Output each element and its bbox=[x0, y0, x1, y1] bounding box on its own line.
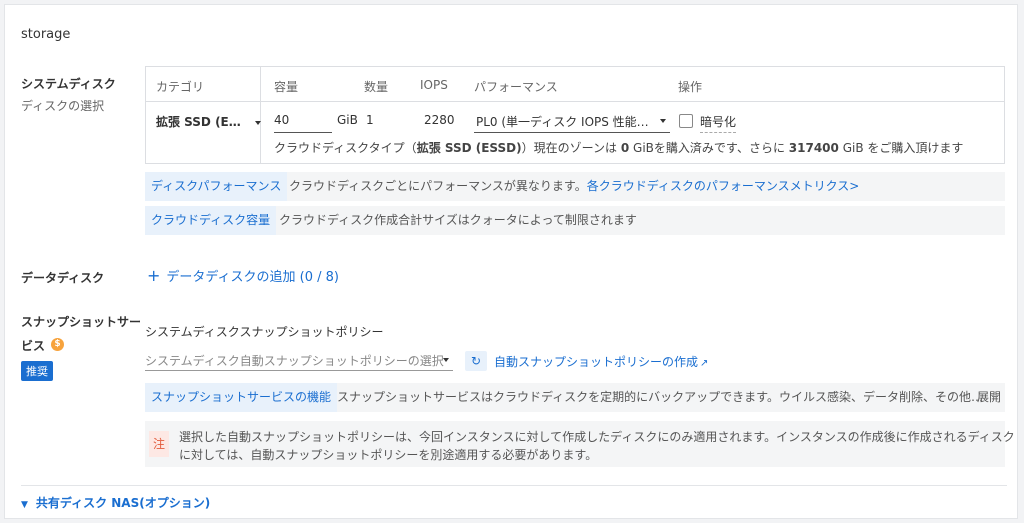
col-operation: 操作 bbox=[678, 80, 703, 94]
storage-panel: storage システムディスク ディスクの選択 カテゴリ 容量 数量 IOPS… bbox=[4, 4, 1018, 519]
snapshot-label-line1: スナップショットサー bbox=[21, 315, 142, 329]
create-snapshot-policy-link[interactable]: 自動スナップショットポリシーの作成 ↗ bbox=[494, 353, 708, 370]
quantity-value: 1 bbox=[366, 113, 374, 127]
snapshot-feature-info: スナップショットサービスの機能 スナップショットサービスはクラウドディスクを定期… bbox=[145, 383, 1005, 412]
note-icon: 注 bbox=[149, 431, 169, 457]
section-title: storage bbox=[21, 27, 71, 42]
chevron-down-icon bbox=[660, 119, 666, 123]
performance-select[interactable]: PL0 (単一ディスク IOPS 性能… bbox=[474, 109, 670, 133]
disk-performance-tag: ディスクパフォーマンス bbox=[145, 172, 288, 201]
encrypt-label[interactable]: 暗号化 bbox=[700, 113, 737, 133]
performance-value: PL0 (単一ディスク IOPS 性能… bbox=[476, 115, 649, 129]
snapshot-policy-placeholder: システムディスク自動スナップショットポリシーの選択 bbox=[145, 354, 444, 368]
note-line-1: 選択した自動スナップショットポリシーは、今回インスタンスに対して作成したディスク… bbox=[179, 430, 1015, 444]
disk-performance-metrics-link[interactable]: 各クラウドディスクのパフォーマンスメトリクス> bbox=[587, 179, 860, 193]
category-select[interactable]: 拡張 SSD (E… bbox=[156, 113, 261, 130]
disk-capacity-tag: クラウドディスク容量 bbox=[145, 206, 277, 235]
snapshot-feature-tag: スナップショットサービスの機能 bbox=[145, 383, 338, 412]
plus-icon: + bbox=[147, 266, 161, 285]
nas-toggle[interactable]: ▼ 共有ディスク NAS(オプション) bbox=[21, 494, 210, 511]
col-quantity: 数量 bbox=[364, 80, 389, 94]
disk-info-line: クラウドディスクタイプ（拡張 SSD (ESSD)）現在のゾーンは 0 GiBを… bbox=[274, 141, 964, 155]
chevron-down-icon bbox=[254, 120, 261, 125]
disk-performance-text: クラウドディスクごとにパフォーマンスが異なります。 bbox=[289, 179, 587, 193]
add-data-disk-button[interactable]: + データディスクの追加 (0 / 8) bbox=[147, 266, 339, 285]
col-performance: パフォーマンス bbox=[474, 80, 558, 94]
snapshot-policy-label: システムディスクスナップショットポリシー bbox=[145, 325, 384, 339]
data-disk-label: データディスク bbox=[21, 271, 105, 285]
col-capacity: 容量 bbox=[274, 80, 299, 94]
nas-label: 共有ディスク NAS(オプション) bbox=[35, 496, 211, 510]
capacity-unit: GiB bbox=[337, 113, 358, 127]
disk-capacity-info: クラウドディスク容量 クラウドディスク作成合計サイズはクォータによって制限されま… bbox=[145, 206, 1005, 235]
system-disk-table: カテゴリ 容量 数量 IOPS パフォーマンス 操作 拡張 SSD (E… 40… bbox=[145, 66, 1005, 164]
snapshot-feature-text: スナップショットサービスはクラウドディスクを定期的にバックアップできます。ウイル… bbox=[337, 390, 983, 404]
recommended-badge: 推奨 bbox=[21, 361, 53, 381]
refresh-icon[interactable]: ↻ bbox=[465, 351, 487, 371]
add-data-disk-label: データディスクの追加 (0 / 8) bbox=[166, 270, 339, 285]
note-line-2: に対しては、自動スナップショットポリシーを別途適用する必要があります。 bbox=[179, 448, 598, 462]
capacity-value: 40 bbox=[274, 113, 290, 127]
col-iops: IOPS bbox=[420, 78, 448, 92]
snapshot-policy-select[interactable]: システムディスク自動スナップショットポリシーの選択 bbox=[145, 347, 453, 371]
system-disk-sublabel: ディスクの選択 bbox=[21, 99, 105, 113]
col-category: カテゴリ bbox=[156, 80, 205, 94]
expand-link[interactable]: 展開 bbox=[977, 383, 1001, 412]
category-value: 拡張 SSD (E… bbox=[156, 115, 241, 129]
system-disk-label: システムディスク bbox=[21, 77, 116, 91]
divider bbox=[21, 485, 1007, 486]
dollar-coin-icon: $ bbox=[51, 338, 64, 351]
disk-performance-info: ディスクパフォーマンス クラウドディスクごとにパフォーマンスが異なります。各クラ… bbox=[145, 172, 1005, 201]
external-link-icon: ↗ bbox=[700, 358, 709, 369]
encrypt-checkbox[interactable] bbox=[679, 114, 693, 128]
snapshot-label-line2: ビス bbox=[21, 339, 46, 353]
iops-value: 2280 bbox=[424, 113, 455, 127]
chevron-down-icon bbox=[443, 358, 449, 362]
capacity-input[interactable]: 40 bbox=[274, 109, 332, 133]
snapshot-note: 注 選択した自動スナップショットポリシーは、今回インスタンスに対して作成したディ… bbox=[145, 421, 1015, 467]
disk-capacity-text: クラウドディスク作成合計サイズはクォータによって制限されます bbox=[279, 213, 637, 227]
caret-down-icon: ▼ bbox=[21, 500, 28, 510]
